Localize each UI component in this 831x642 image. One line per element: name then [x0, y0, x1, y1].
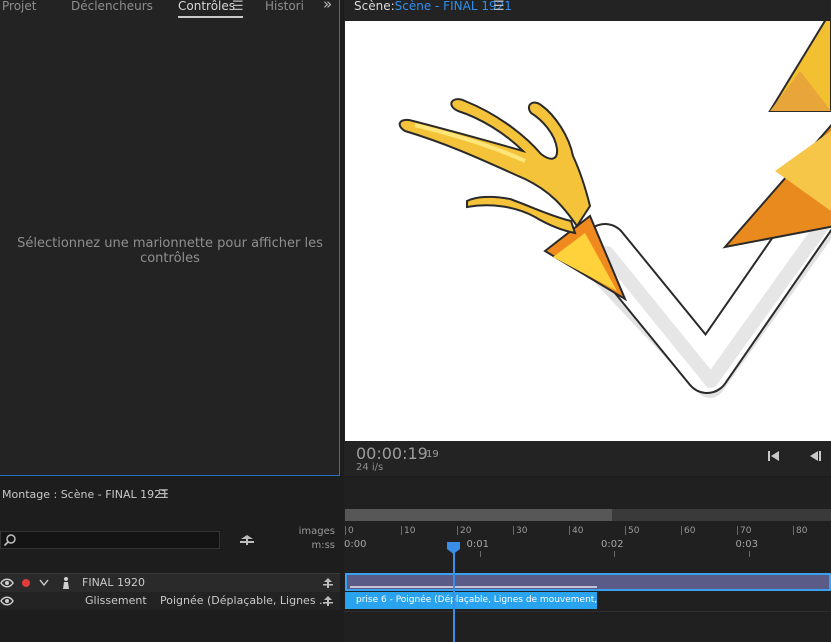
- time-tick: [614, 551, 615, 557]
- tab-project[interactable]: Projet: [2, 0, 36, 13]
- scene-frame-number: 19: [426, 449, 439, 460]
- frame-tick: [457, 526, 458, 535]
- puppet-track-bar[interactable]: [345, 573, 831, 591]
- time-tick-label: 0:00: [344, 539, 367, 550]
- frame-tick: [345, 526, 346, 535]
- puppet-icon: [63, 577, 69, 589]
- frame-tick: [569, 526, 570, 535]
- pin-icon[interactable]: [322, 577, 334, 589]
- frame-tick: [681, 526, 682, 535]
- frame-tick-label: 30: [516, 526, 528, 536]
- time-tick-label: 0:03: [735, 539, 758, 550]
- scene-canvas[interactable]: [345, 21, 831, 441]
- eye-icon[interactable]: [0, 595, 14, 607]
- timeline-track-area[interactable]: [344, 478, 831, 642]
- timeline-menu-icon[interactable]: ☰: [158, 487, 169, 501]
- scene-panel: Scène:Scène - FINAL 1921 ☰ 00:00:19 19 2…: [344, 0, 831, 476]
- go-to-start-icon[interactable]: [765, 448, 783, 464]
- time-tick-label: 0:01: [466, 539, 489, 550]
- ruler-time-label: m:ss: [311, 540, 335, 551]
- timeline-search-input[interactable]: [0, 531, 220, 549]
- search-icon: [3, 534, 16, 547]
- playhead-line[interactable]: [453, 550, 455, 642]
- frame-tick-label: 80: [796, 526, 808, 536]
- tabs-overflow-icon[interactable]: »: [323, 0, 332, 12]
- timeline-panel: Montage : Scène - FINAL 1921 ☰ images m:…: [0, 478, 831, 642]
- scene-label: Scène:: [354, 0, 395, 13]
- frame-tick-label: 10: [404, 526, 416, 536]
- frame-tick-label: 40: [572, 526, 584, 536]
- time-tick-label: 0:02: [601, 539, 624, 550]
- panel-menu-icon[interactable]: ☰: [232, 0, 244, 13]
- pin-icon[interactable]: [238, 533, 256, 547]
- tab-triggers[interactable]: Déclencheurs: [71, 0, 153, 13]
- frame-tick: [737, 526, 738, 535]
- frame-tick-label: 60: [684, 526, 696, 536]
- frame-tick: [793, 526, 794, 535]
- tab-controls[interactable]: Contrôles: [178, 0, 235, 13]
- behavior-name: Glissement: [85, 594, 147, 607]
- take-clip[interactable]: prise 6 - Poignée (Déplaçable, Lignes de…: [345, 592, 597, 609]
- frame-tick-label: 70: [740, 526, 752, 536]
- chevron-down-icon[interactable]: [39, 579, 49, 587]
- time-tick: [748, 551, 750, 557]
- frame-tick-label: 0: [348, 526, 354, 536]
- empty-controls-message: Sélectionnez une marionnette pour affich…: [17, 236, 323, 266]
- track-separator: [344, 611, 831, 612]
- scene-timecode: 00:00:19: [356, 444, 428, 463]
- eye-icon[interactable]: [0, 577, 14, 589]
- recorded-take-indicator: [350, 586, 597, 588]
- panel-tabs: Projet Déclencheurs Contrôles ☰ Historiq…: [0, 0, 340, 22]
- timeline-scroll-thumb[interactable]: [345, 509, 612, 521]
- frame-tick-label: 50: [628, 526, 640, 536]
- frame-tick: [625, 526, 626, 535]
- frame-tick-label: 20: [460, 526, 472, 536]
- scene-fps: 24 i/s: [356, 462, 384, 473]
- active-tab-indicator: [178, 16, 243, 18]
- pin-icon[interactable]: [322, 595, 334, 607]
- behavior-detail: Poignée (Déplaçable, Lignes ...: [160, 594, 330, 607]
- timeline-title: Montage : Scène - FINAL 1921: [2, 488, 169, 501]
- track-row-glissement[interactable]: Glissement Poignée (Déplaçable, Lignes .…: [0, 592, 340, 610]
- time-tick: [479, 551, 481, 557]
- step-back-icon[interactable]: [806, 448, 824, 464]
- scene-panel-title: Scène:Scène - FINAL 1921: [354, 0, 512, 13]
- frame-tick: [401, 526, 402, 535]
- frame-tick: [513, 526, 514, 535]
- timeline-scrollbar[interactable]: [345, 509, 831, 521]
- puppet-artwork: [398, 21, 831, 398]
- take-clip-label: prise 6 - Poignée (Déplaçable, Lignes de…: [356, 595, 597, 605]
- scene-menu-icon[interactable]: ☰: [493, 0, 505, 13]
- track-name: FINAL 1920: [82, 576, 145, 589]
- record-arm-icon[interactable]: [21, 578, 31, 588]
- ruler-frames-label: images: [298, 526, 335, 537]
- track-row-final-1920[interactable]: FINAL 1920: [0, 573, 340, 593]
- controls-panel: Projet Déclencheurs Contrôles ☰ Historiq…: [0, 0, 340, 476]
- tab-history[interactable]: Historiq: [265, 0, 303, 13]
